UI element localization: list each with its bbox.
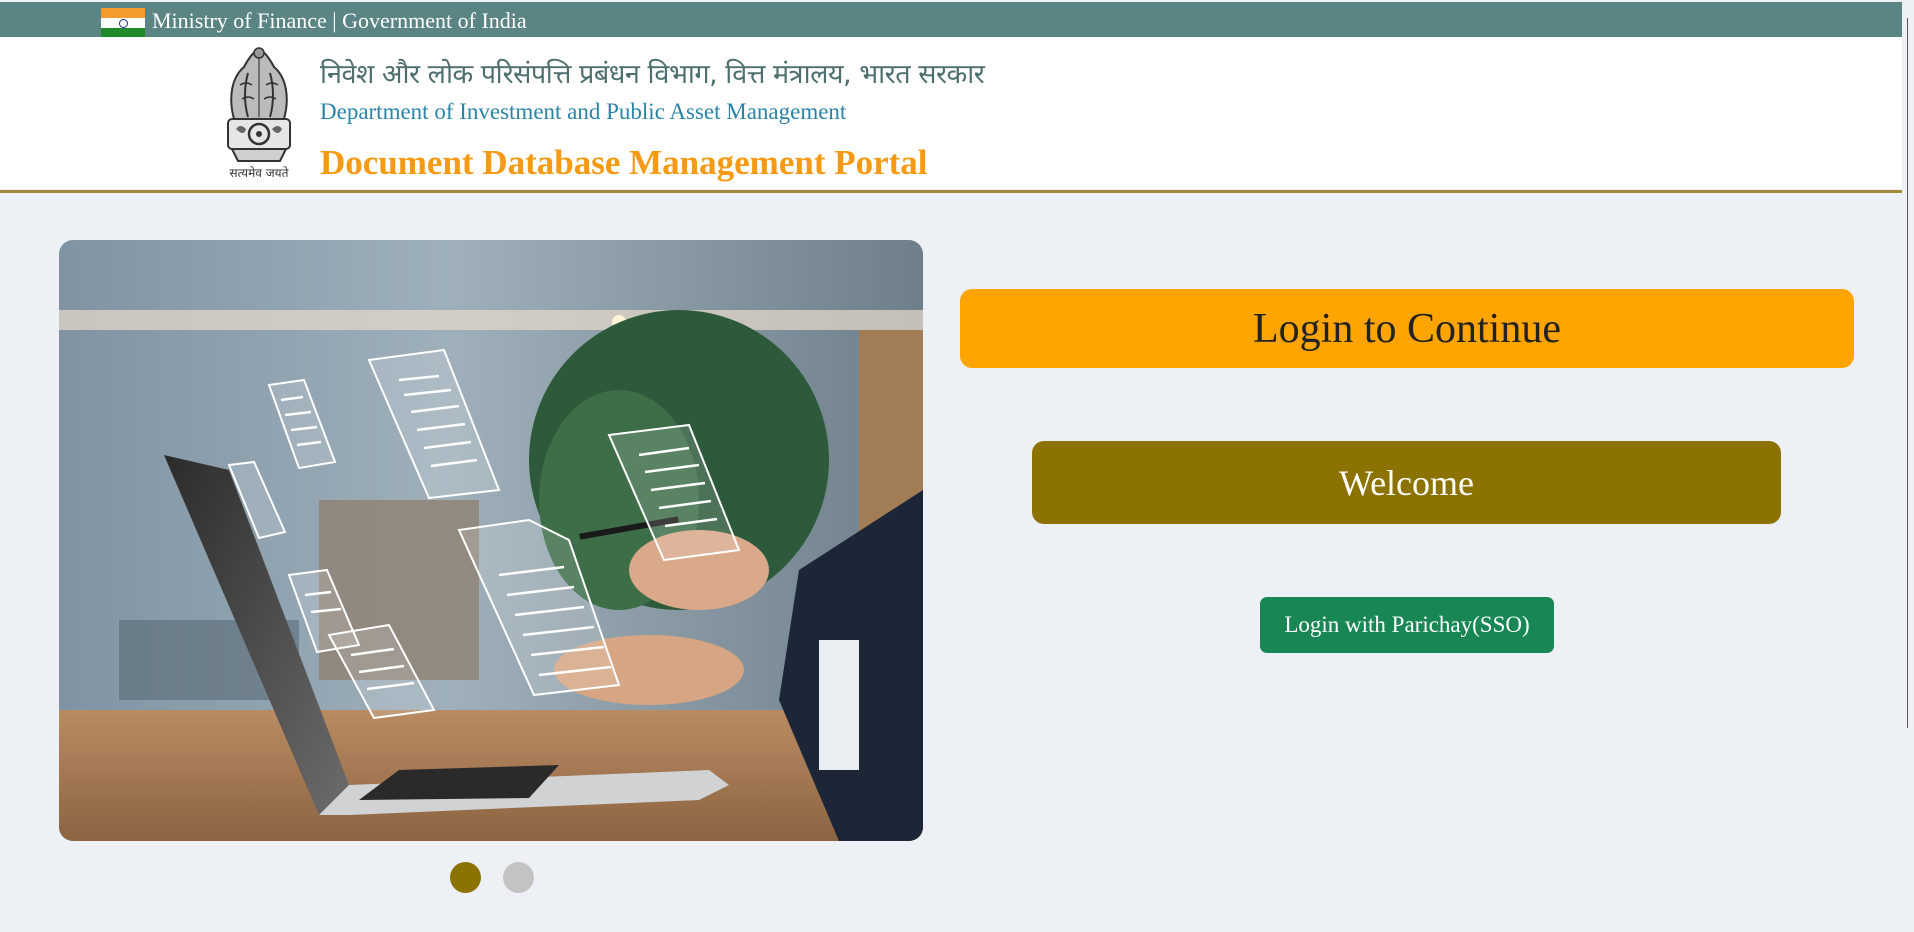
national-emblem-icon: सत्यमेव जयते [227,47,291,180]
hindi-department-title: निवेश और लोक परिसंपत्ति प्रबंधन विभाग, व… [320,59,985,90]
scrollbar[interactable] [1907,18,1914,728]
department-title: Department of Investment and Public Asse… [320,99,847,124]
svg-text:सत्यमेव जयते: सत्यमेव जयते [230,166,290,180]
site-header: सत्यमेव जयते निवेश और लोक परिसंपत्ति प्र… [0,37,1902,193]
welcome-banner: Welcome [1032,441,1781,524]
india-flag-icon [101,8,145,38]
carousel-slide-image [59,240,923,841]
login-banner: Login to Continue [960,289,1854,368]
hero-carousel [59,240,923,841]
header-divider [0,190,1902,193]
carousel-indicators [450,862,534,893]
portal-title: Document Database Management Portal [320,143,928,182]
carousel-dot-1[interactable] [450,862,481,893]
ministry-label: Ministry of Finance | Government of Indi… [152,8,527,33]
carousel-dot-2[interactable] [503,862,534,893]
parichay-sso-login-button[interactable]: Login with Parichay(SSO) [1260,597,1554,653]
top-bar: Ministry of Finance | Government of Indi… [0,2,1902,38]
